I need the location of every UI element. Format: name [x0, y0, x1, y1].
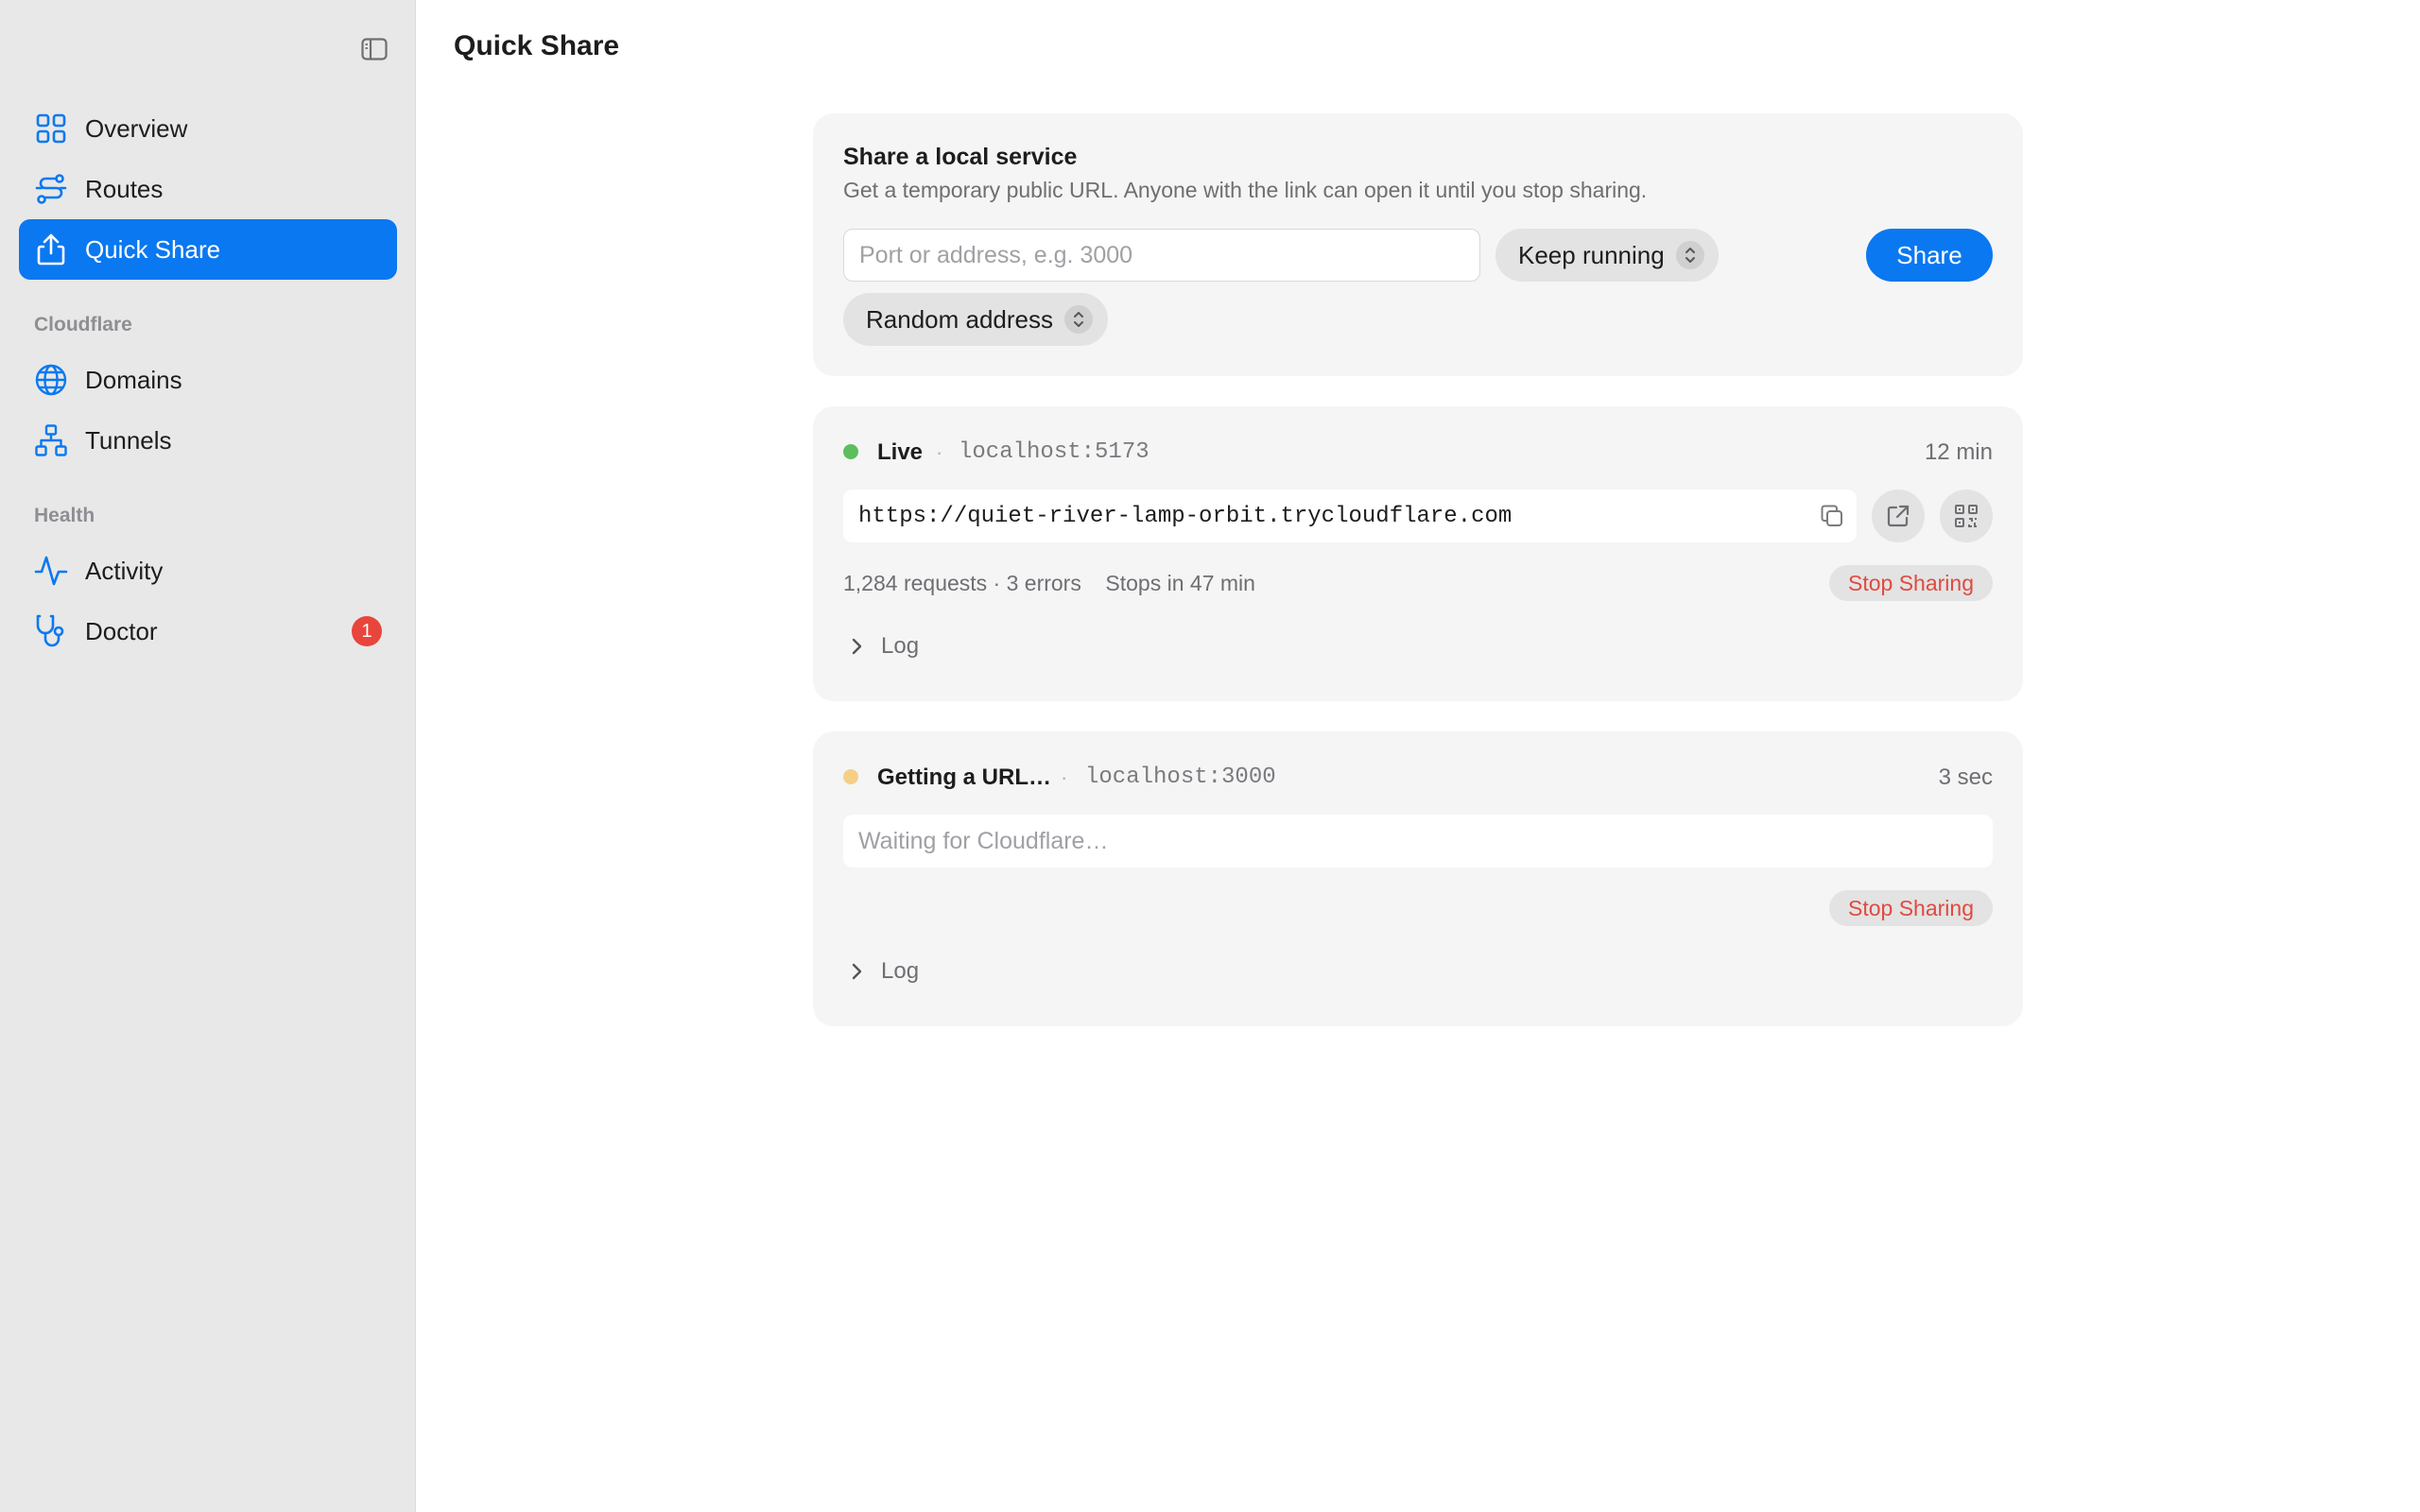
open-external-icon[interactable] — [1872, 490, 1925, 542]
stop-sharing-button[interactable]: Stop Sharing — [1829, 890, 1993, 926]
page-title: Quick Share — [454, 30, 620, 61]
network-icon — [28, 418, 74, 463]
share-card-pending: Getting a URL… · localhost:3000 3 sec Wa… — [813, 731, 2023, 1026]
status-dot — [843, 444, 858, 459]
qr-code-icon[interactable] — [1940, 490, 1993, 542]
sidebar-item-label: Routes — [85, 174, 164, 203]
local-address: localhost:5173 — [959, 439, 1150, 465]
sidebar-toggle-icon[interactable] — [359, 36, 389, 62]
sidebar-item-doctor[interactable]: Doctor 1 — [19, 601, 397, 662]
share-form-title: Share a local service — [843, 144, 1078, 170]
sidebar-item-label: Quick Share — [85, 234, 221, 264]
share-form-subtitle: Get a temporary public URL. Anyone with … — [843, 178, 1648, 202]
elapsed-time: 12 min — [1924, 439, 1993, 465]
chevron-right-icon — [843, 633, 870, 660]
address-select-label: Random address — [866, 304, 1053, 334]
status-label: Live — [877, 439, 924, 465]
section-title-health: Health — [34, 505, 95, 526]
chevron-right-icon — [843, 958, 870, 985]
stethoscope-icon — [28, 609, 74, 654]
stop-sharing-button[interactable]: Stop Sharing — [1829, 565, 1993, 601]
elapsed-time: 3 sec — [1938, 765, 1993, 790]
sidebar-item-label: Doctor — [85, 616, 158, 645]
sidebar-item-label: Activity — [85, 556, 164, 585]
sidebar-item-label: Tunnels — [85, 425, 172, 455]
grid-icon — [28, 106, 74, 151]
sidebar-item-domains[interactable]: Domains — [19, 350, 397, 410]
chevron-up-down-icon — [1064, 305, 1093, 334]
sidebar: Overview Routes Quick Share Cloudflare D… — [0, 0, 416, 1512]
sidebar-item-tunnels[interactable]: Tunnels — [19, 410, 397, 471]
url-placeholder: Waiting for Cloudflare… — [858, 827, 1109, 854]
share-card-live: Live · localhost:5173 12 min https://qui… — [813, 406, 2023, 701]
sidebar-item-overview[interactable]: Overview — [19, 98, 397, 159]
sidebar-item-activity[interactable]: Activity — [19, 541, 397, 601]
routes-icon — [28, 166, 74, 212]
separator-dot: · — [936, 440, 943, 464]
notification-badge: 1 — [352, 616, 382, 646]
public-url-field[interactable]: https://quiet-river-lamp-orbit.trycloudf… — [843, 490, 1857, 542]
sidebar-item-routes[interactable]: Routes — [19, 159, 397, 219]
sidebar-item-label: Domains — [85, 365, 182, 394]
copy-icon[interactable] — [1817, 501, 1847, 531]
globe-icon — [28, 357, 74, 403]
separator-dot: · — [1061, 765, 1068, 789]
share-stats: 1,284 requests · 3 errors Stops in 47 mi… — [843, 571, 1255, 595]
log-label: Log — [881, 958, 920, 984]
activity-icon — [28, 548, 74, 593]
section-title-cloudflare: Cloudflare — [34, 314, 132, 335]
status-label: Getting a URL… — [877, 765, 1051, 790]
share-form-card: Share a local service Get a temporary pu… — [813, 113, 2023, 376]
duration-select-label: Keep running — [1518, 240, 1665, 269]
address-select[interactable]: Random address — [843, 293, 1108, 346]
log-label: Log — [881, 633, 920, 659]
sidebar-item-quick-share[interactable]: Quick Share — [19, 219, 397, 280]
log-toggle[interactable]: Log — [843, 958, 919, 985]
share-button[interactable]: Share — [1866, 229, 1993, 282]
chevron-up-down-icon — [1675, 241, 1704, 269]
log-toggle[interactable]: Log — [843, 633, 919, 660]
duration-select[interactable]: Keep running — [1495, 229, 1719, 282]
sidebar-item-label: Overview — [85, 113, 188, 143]
port-address-input[interactable] — [843, 229, 1480, 282]
status-dot — [843, 769, 858, 784]
share-icon — [28, 227, 74, 272]
public-url-field: Waiting for Cloudflare… — [843, 815, 1993, 868]
local-address: localhost:3000 — [1085, 765, 1276, 790]
public-url[interactable]: https://quiet-river-lamp-orbit.trycloudf… — [858, 504, 1512, 529]
